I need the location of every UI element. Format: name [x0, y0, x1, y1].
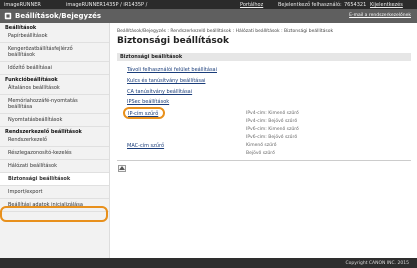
mac-outbound-filter-status: Kimenő szűrő: [246, 143, 277, 148]
key-certificate-settings-link[interactable]: Kulcs és tanúsítvány beállításai: [127, 78, 205, 84]
ipv6-outbound-filter-status: IPv6-cím: Kimenő szűrő: [246, 127, 299, 132]
sidebar-item-paper-settings[interactable]: Papírbeállítások: [0, 30, 109, 43]
sidebar-item-display-settings[interactable]: Kengerözatbállításfejlérző beállítások: [0, 43, 109, 62]
sidebar-item-memory-print-settings[interactable]: Memóriahozzáfé-nyomtatás beállítása: [0, 95, 109, 114]
title-bar: Beállítások/Bejegyzés E-mail a rendszerk…: [0, 9, 417, 23]
sidebar: Beállítások Papírbeállítások Kengerözatb…: [0, 23, 110, 268]
device-label: imageRUNNER: [4, 2, 41, 8]
mac-inbound-filter-status: Bejövő szűrő: [246, 151, 275, 156]
footer: Copyright CANON INC. 2015: [0, 258, 417, 268]
ipsec-settings-link[interactable]: IPSec beállítások: [127, 99, 169, 105]
sidebar-item-printer-settings[interactable]: Nyomtatásbeállítások: [0, 114, 109, 127]
sidebar-section-settings: Beállítások: [5, 25, 37, 31]
sidebar-item-general-settings[interactable]: Általános beállítások: [0, 82, 109, 95]
divider: [117, 160, 411, 161]
copyright-text: Copyright CANON INC. 2015: [345, 261, 410, 266]
ipv4-inbound-filter-status: IPv4-cím: Bejövő szűrő: [246, 119, 298, 124]
logout-link[interactable]: Kijelentkezés: [370, 2, 403, 8]
remote-ui-settings-link[interactable]: Távoli felhasználói felület beállításai: [127, 67, 217, 73]
main-content: Beállítások/Bejegyzés : Rendszerkezelő b…: [111, 23, 417, 268]
ca-certificate-settings-link[interactable]: CA tanúsítvány beállításai: [127, 89, 192, 95]
logged-in-user-label: Bejelentkező felhasználó:: [278, 2, 342, 8]
portal-link[interactable]: Portálhoz: [240, 2, 263, 8]
section-header: Biztonsági beállítások: [117, 53, 411, 61]
page-header-title: Beállítások/Bejegyzés: [15, 12, 102, 20]
email-admin-link[interactable]: E-mail a rendszerkezelőnek: [349, 13, 411, 18]
ipv4-outbound-filter-status: IPv4-cím: Kimenő szűrő: [246, 111, 299, 116]
settings-icon: [4, 12, 12, 20]
security-settings-highlight: [0, 206, 108, 222]
ip-filter-highlight: [123, 107, 165, 119]
top-bar: imageRUNNER imageRUNNER1435P / iR1435P /…: [0, 0, 417, 9]
sidebar-item-import-export[interactable]: Import/export: [0, 186, 109, 199]
mac-address-filter-link[interactable]: MAC-cím szűrő: [127, 143, 164, 149]
back-to-top-icon[interactable]: [118, 165, 126, 172]
user-id: 7654321: [344, 2, 367, 8]
ipv6-inbound-filter-status: IPv6-cím: Bejövő szűrő: [246, 135, 298, 140]
sidebar-section-admin-settings: Rendszerkezelő beállítások: [5, 129, 82, 135]
model-label: imageRUNNER1435P / iR1435P /: [66, 2, 148, 8]
sidebar-item-department-id[interactable]: Részlegazonosító-kezelés: [0, 147, 109, 160]
page-title: Biztonsági beállítások: [117, 36, 229, 46]
sidebar-item-system-manager[interactable]: Rendszerkezelő: [0, 134, 109, 147]
sidebar-item-security-settings[interactable]: Biztonsági beállítások: [0, 173, 109, 186]
sidebar-item-timer-settings[interactable]: Időzítő beállításai: [0, 62, 109, 75]
sidebar-section-function-settings: Funkcióbeállítások: [5, 77, 58, 83]
sidebar-item-network-settings[interactable]: Hálózati beállítások: [0, 160, 109, 173]
breadcrumb: Beállítások/Bejegyzés : Rendszerkezelő b…: [117, 29, 334, 34]
